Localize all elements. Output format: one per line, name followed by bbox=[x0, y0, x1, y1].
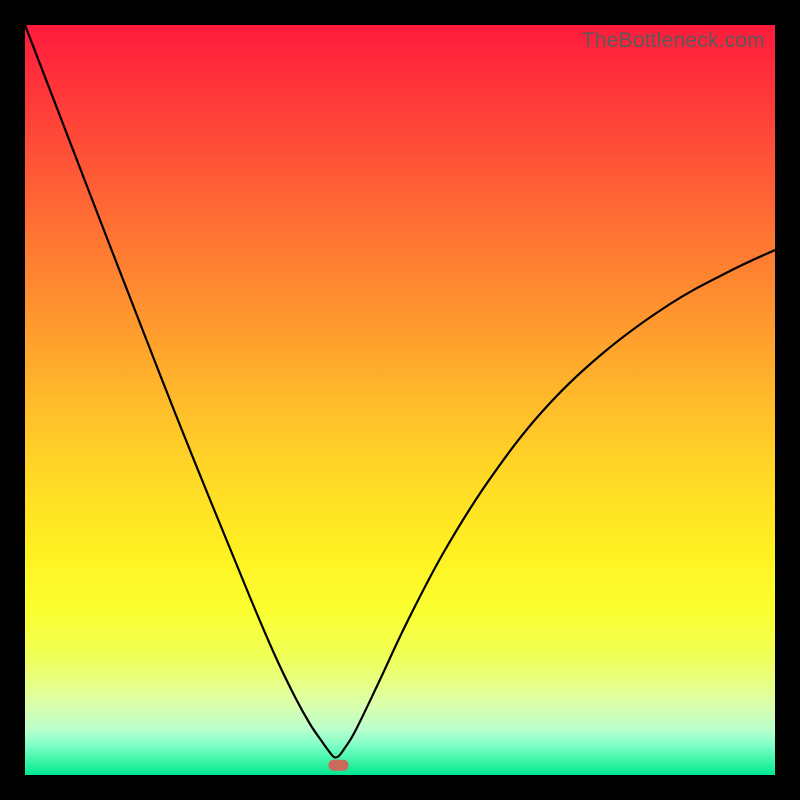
min-marker bbox=[329, 760, 349, 771]
plot-area: TheBottleneck.com bbox=[25, 25, 775, 775]
bottleneck-curve bbox=[25, 25, 775, 758]
curve-layer bbox=[25, 25, 775, 775]
chart-frame: TheBottleneck.com bbox=[0, 0, 800, 800]
